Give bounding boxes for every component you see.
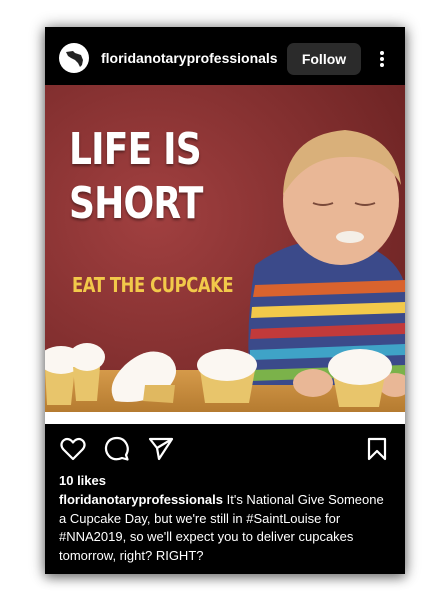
caption-username[interactable]: floridanotaryprofessionals xyxy=(59,492,223,507)
post-image[interactable]: LIFE IS SHORT EAT THE CUPCAKE xyxy=(45,85,405,412)
comment-icon[interactable] xyxy=(103,435,131,463)
send-icon[interactable] xyxy=(147,435,175,463)
post-caption: floridanotaryprofessionals It's National… xyxy=(59,491,384,565)
florida-logo-icon xyxy=(66,51,83,67)
headline-line-1: LIFE IS xyxy=(69,124,202,175)
instagram-post: floridanotaryprofessionals Follow LIFE I… xyxy=(45,27,405,574)
more-vertical-icon[interactable] xyxy=(371,45,393,73)
bookmark-icon[interactable] xyxy=(363,435,391,463)
post-header: floridanotaryprofessionals Follow xyxy=(45,27,405,87)
likes-count[interactable]: 10 likes xyxy=(59,473,106,488)
heart-icon[interactable] xyxy=(59,435,87,463)
image-headline: LIFE IS SHORT xyxy=(69,123,203,231)
profile-avatar[interactable] xyxy=(59,43,89,73)
image-tagline: EAT THE CUPCAKE xyxy=(72,273,234,297)
follow-button[interactable]: Follow xyxy=(287,43,361,75)
action-bar xyxy=(45,427,405,471)
post-username[interactable]: floridanotaryprofessionals xyxy=(101,50,278,66)
headline-line-2: SHORT xyxy=(69,178,203,229)
image-bottom-border xyxy=(45,412,405,424)
